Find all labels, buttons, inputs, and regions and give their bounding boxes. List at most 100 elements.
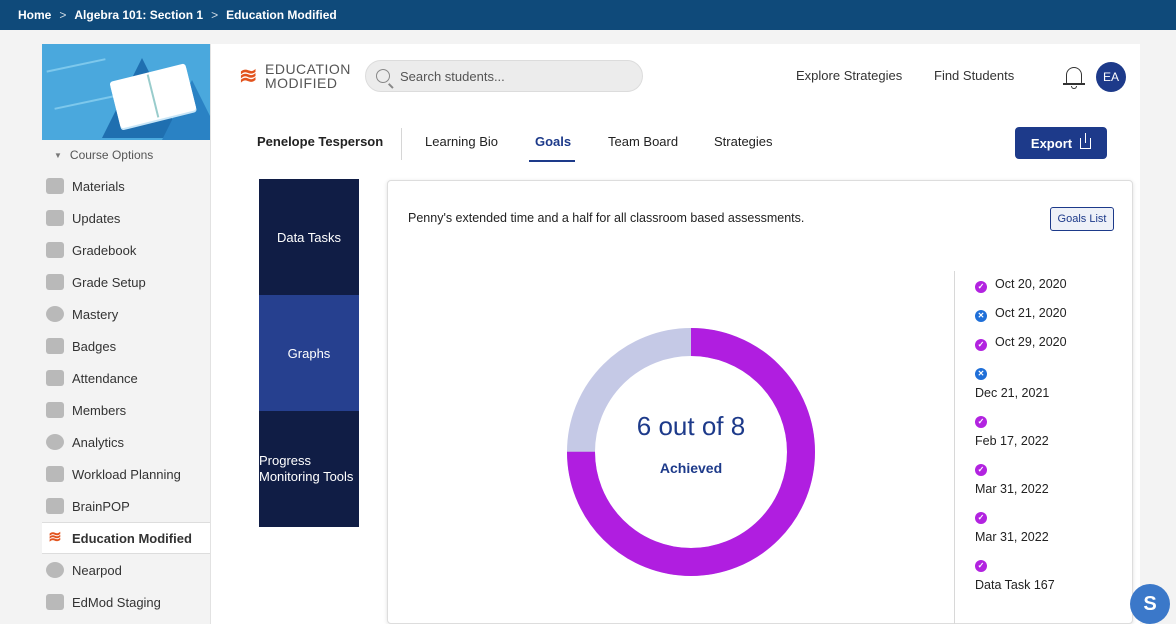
course-sidebar: ▼ Course Options Materials Updates Grade…	[42, 44, 210, 624]
sidebar-item-gradebook[interactable]: Gradebook	[42, 234, 210, 266]
sidebar-item-label: Nearpod	[72, 562, 122, 578]
sidebar-item-nearpod[interactable]: Nearpod	[42, 554, 210, 586]
sidebar-item-analytics[interactable]: Analytics	[42, 426, 210, 458]
log-date: Feb 17, 2022	[975, 434, 1049, 448]
support-chat-button[interactable]: S	[1130, 584, 1170, 624]
student-search[interactable]	[365, 60, 643, 92]
tab-team-board[interactable]: Team Board	[608, 134, 678, 149]
logo-mark-icon: ≋	[239, 63, 258, 88]
check-circle-icon: ✓	[975, 512, 987, 524]
log-entry[interactable]: ✓ Data Task 167	[975, 556, 1125, 604]
search-input[interactable]	[400, 68, 620, 84]
graphs-tab[interactable]: Graphs	[259, 295, 359, 411]
x-circle-icon: ✕	[975, 310, 987, 322]
log-date: Oct 29, 2020	[995, 335, 1067, 349]
sidebar-item-label: Grade Setup	[72, 274, 146, 290]
log-entry[interactable]: ✓ Mar 31, 2022	[975, 460, 1125, 508]
sidebar-item-grade-setup[interactable]: Grade Setup	[42, 266, 210, 298]
goals-list-button[interactable]: Goals List	[1050, 207, 1114, 231]
progress-monitoring-tools-tab[interactable]: Progress Monitoring Tools	[259, 411, 359, 527]
data-tasks-tab[interactable]: Data Tasks	[259, 179, 359, 295]
caret-down-icon: ▼	[54, 150, 62, 160]
sidebar-item-mastery[interactable]: Mastery	[42, 298, 210, 330]
sidebar-item-updates[interactable]: Updates	[42, 202, 210, 234]
divider	[954, 271, 955, 624]
log-date: Oct 20, 2020	[995, 277, 1067, 291]
sidebar-item-label: Workload Planning	[72, 466, 181, 482]
notification-bell-icon[interactable]	[1063, 64, 1085, 90]
nearpod-icon	[46, 562, 64, 578]
x-circle-icon: ✕	[975, 368, 987, 380]
members-icon	[46, 402, 64, 418]
task-panel: Data Tasks Graphs Progress Monitoring To…	[259, 179, 359, 527]
breadcrumb-home[interactable]: Home	[18, 8, 51, 22]
sidebar-item-label: Updates	[72, 210, 121, 226]
sidebar-item-label: Badges	[72, 338, 117, 354]
active-tab-indicator	[529, 160, 575, 162]
tab-learning-bio[interactable]: Learning Bio	[425, 134, 498, 149]
edmod-icon	[46, 594, 64, 610]
education-modified-logo[interactable]: ≋ EDUCATION MODIFIED	[239, 62, 350, 90]
export-label: Export	[1030, 135, 1073, 151]
check-circle-icon: ✓	[975, 416, 987, 428]
sidebar-item-label: Materials	[72, 178, 125, 194]
course-banner-image	[42, 44, 210, 140]
grade-setup-icon	[46, 274, 64, 290]
user-avatar[interactable]: EA	[1096, 62, 1126, 92]
gradebook-icon	[46, 242, 64, 258]
logo-line-2: MODIFIED	[265, 75, 338, 91]
log-entry[interactable]: ✕ Oct 21, 2020	[975, 306, 1125, 335]
badges-icon	[46, 338, 64, 354]
student-tabs: Penelope Tesperson Learning Bio Goals Te…	[211, 124, 1141, 164]
donut-label: 6 out of 8 Achieved	[566, 411, 816, 476]
course-options-toggle[interactable]: ▼ Course Options	[42, 140, 210, 170]
goal-card: Penny's extended time and a half for all…	[387, 180, 1133, 624]
tab-goals[interactable]: Goals	[535, 134, 571, 149]
goal-progress-log: ✓ Oct 20, 2020 ✕ Oct 21, 2020 ✓ Oct 29, 202…	[975, 277, 1125, 604]
find-students-link[interactable]: Find Students	[934, 68, 1014, 83]
log-entry[interactable]: ✓ Oct 20, 2020	[975, 277, 1125, 306]
sidebar-item-label: Gradebook	[72, 242, 137, 258]
log-date: Mar 31, 2022	[975, 530, 1049, 544]
breadcrumb-separator: >	[211, 8, 219, 22]
tab-strategies[interactable]: Strategies	[714, 134, 773, 149]
log-date: Mar 31, 2022	[975, 482, 1049, 496]
course-options-label: Course Options	[69, 148, 154, 162]
logo-text: EDUCATION MODIFIED	[265, 62, 351, 90]
mastery-icon	[46, 306, 64, 322]
check-circle-icon: ✓	[975, 281, 987, 293]
check-circle-icon: ✓	[975, 464, 987, 476]
log-entry[interactable]: ✕ Dec 21, 2021	[975, 364, 1125, 412]
log-entry[interactable]: ✓ Feb 17, 2022	[975, 412, 1125, 460]
explore-strategies-link[interactable]: Explore Strategies	[796, 68, 902, 83]
app-header: ≋ EDUCATION MODIFIED Explore Strategies …	[211, 44, 1140, 108]
log-date: Data Task 167	[975, 578, 1055, 592]
divider	[401, 128, 402, 160]
sidebar-item-attendance[interactable]: Attendance	[42, 362, 210, 394]
materials-icon	[46, 178, 64, 194]
log-date: Dec 21, 2021	[975, 386, 1050, 400]
sidebar-item-brainpop[interactable]: BrainPOP	[42, 490, 210, 522]
export-button[interactable]: Export	[1015, 127, 1107, 159]
sidebar-item-workload-planning[interactable]: Workload Planning	[42, 458, 210, 490]
workload-icon	[46, 466, 64, 482]
log-date: Oct 21, 2020	[995, 306, 1067, 320]
sidebar-item-materials[interactable]: Materials	[42, 170, 210, 202]
sidebar-item-members[interactable]: Members	[42, 394, 210, 426]
log-entry[interactable]: ✓ Oct 29, 2020	[975, 335, 1125, 364]
education-modified-app: ≋ EDUCATION MODIFIED Explore Strategies …	[210, 44, 1140, 624]
sidebar-item-badges[interactable]: Badges	[42, 330, 210, 362]
education-modified-icon: ≋	[48, 529, 62, 546]
log-entry[interactable]: ✓ Mar 31, 2022	[975, 508, 1125, 556]
sidebar-item-edmod-staging[interactable]: EdMod Staging	[42, 586, 210, 618]
sidebar-item-education-modified[interactable]: ≋ Education Modified	[42, 522, 210, 554]
goal-description: Penny's extended time and a half for all…	[408, 211, 805, 225]
search-icon	[376, 69, 390, 83]
updates-icon	[46, 210, 64, 226]
download-icon	[1080, 132, 1092, 149]
check-circle-icon: ✓	[975, 339, 987, 351]
sidebar-item-label: Members	[72, 402, 127, 418]
breadcrumb-course[interactable]: Algebra 101: Section 1	[74, 8, 203, 22]
sidebar-item-label: Analytics	[72, 434, 125, 450]
check-circle-icon: ✓	[975, 560, 987, 572]
